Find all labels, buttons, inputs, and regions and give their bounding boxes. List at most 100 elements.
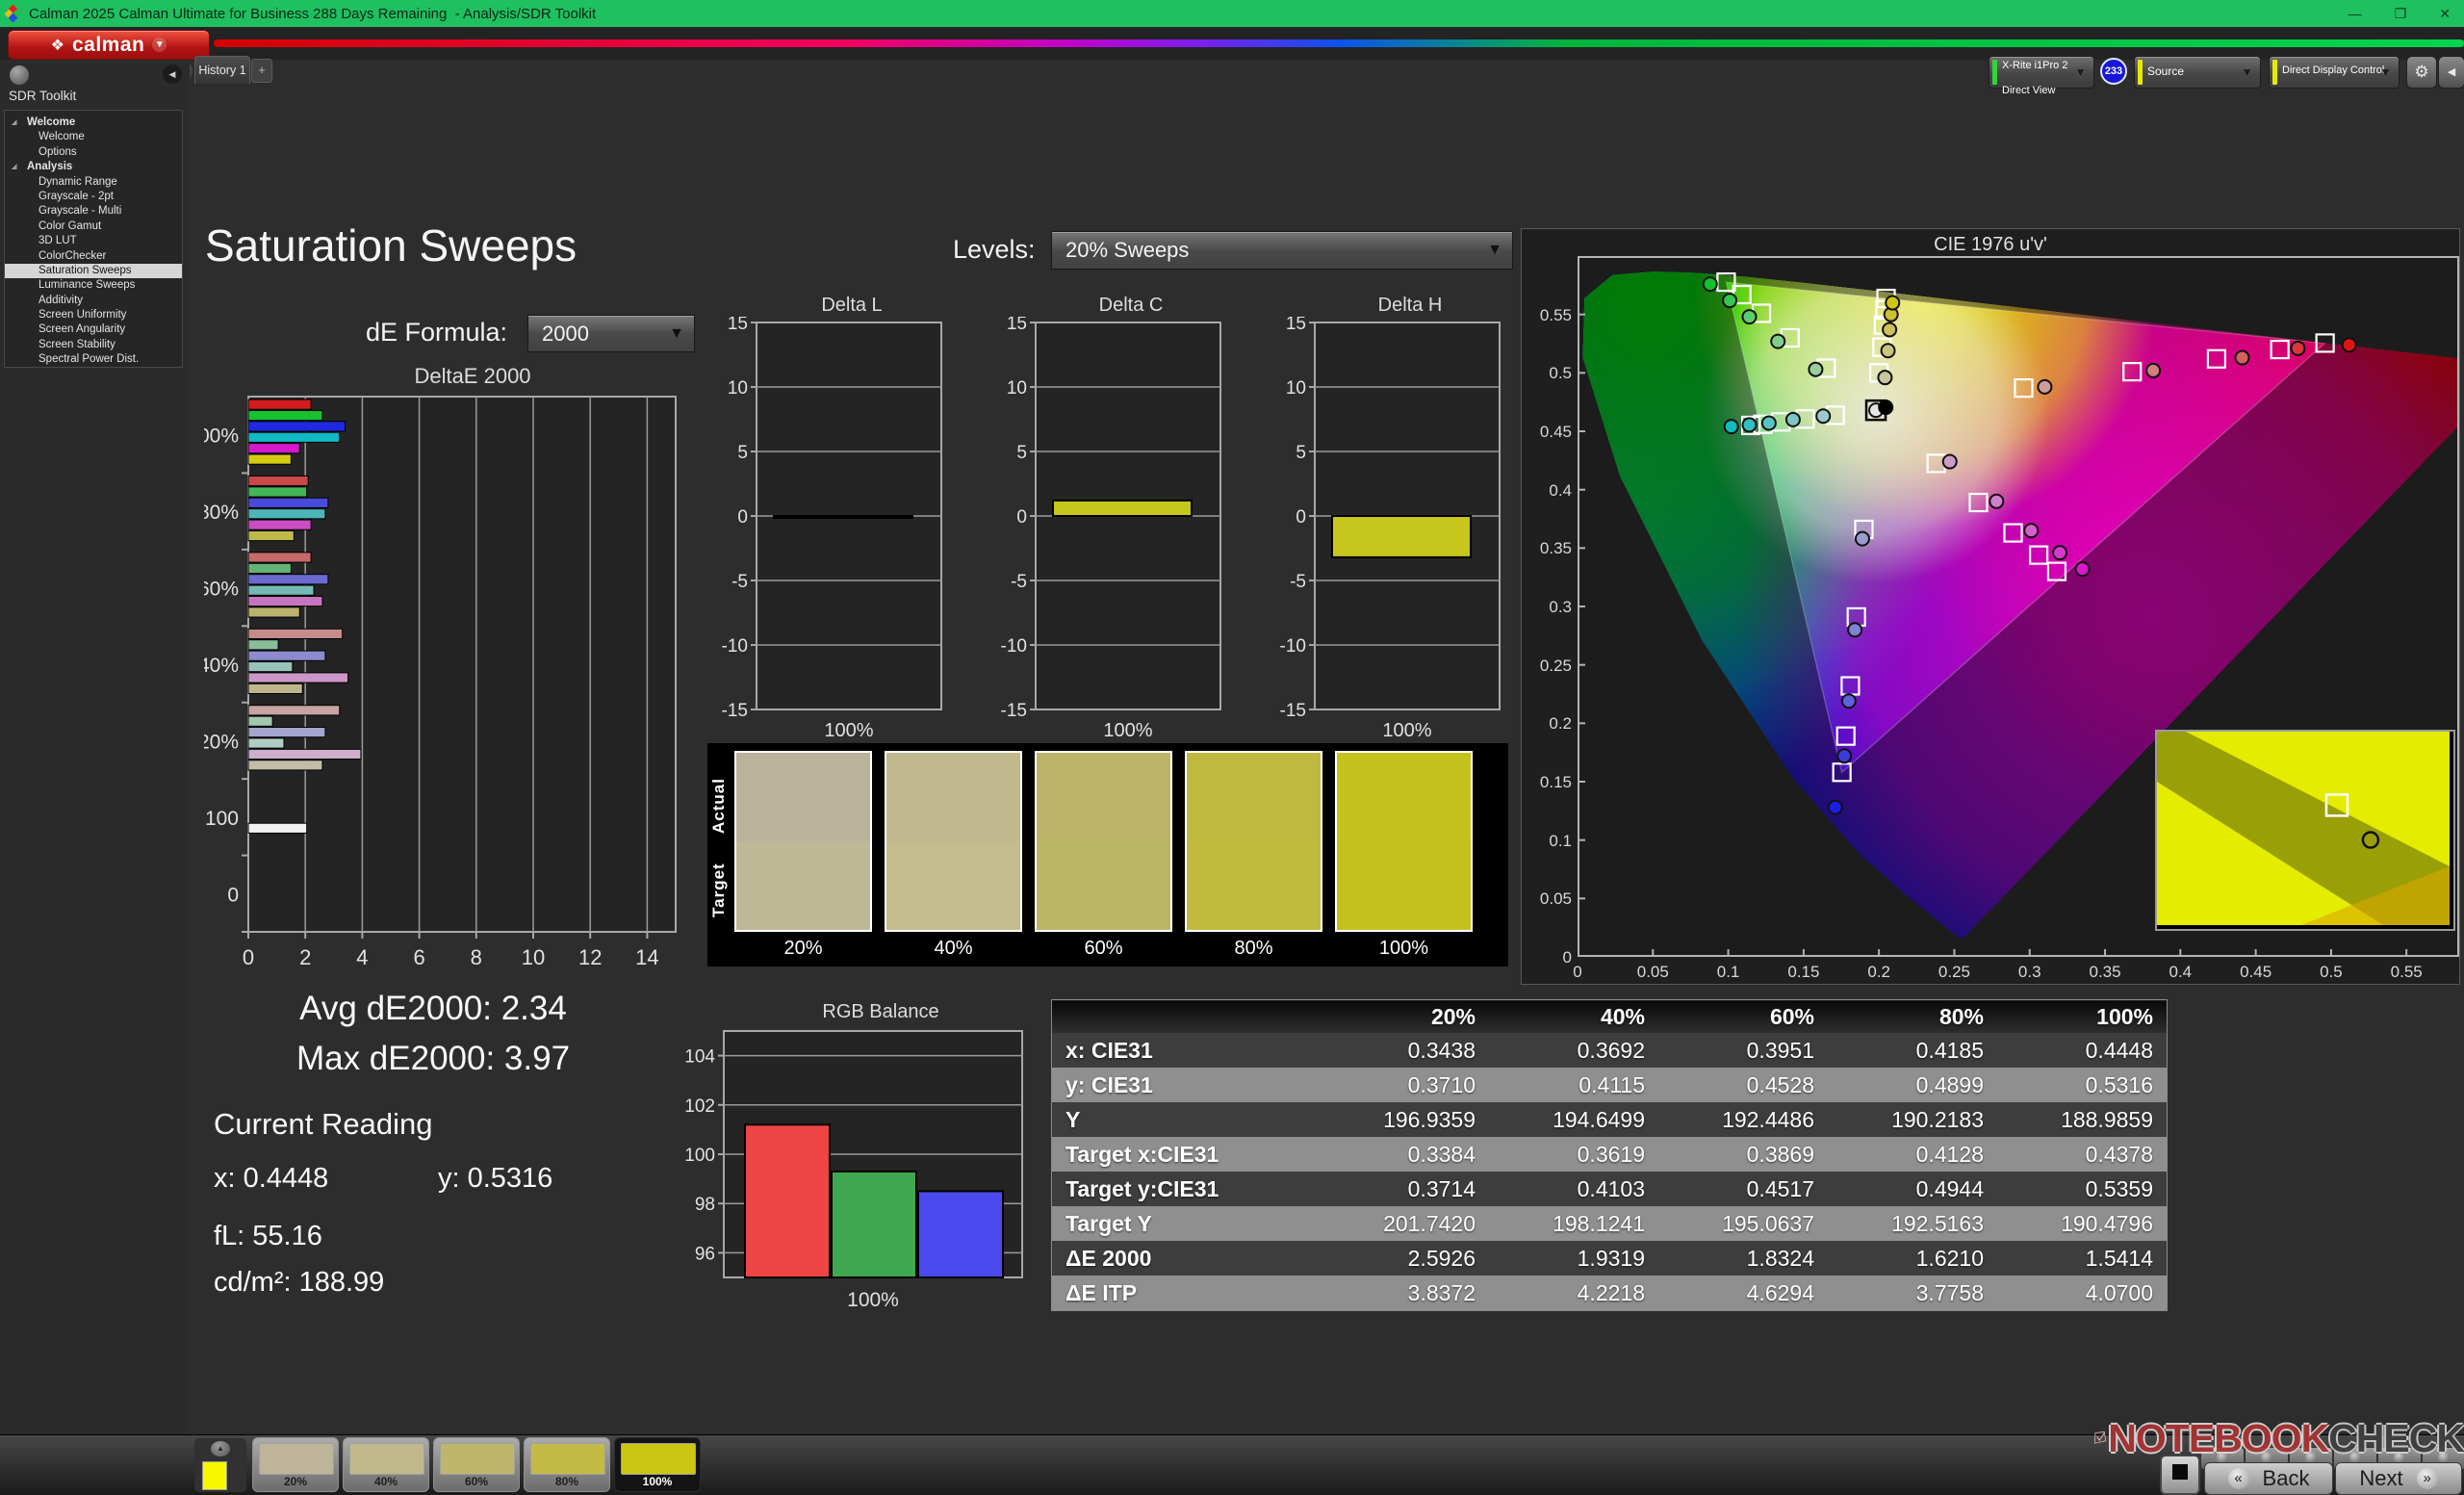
measured-green bbox=[1741, 309, 1758, 325]
measured-blue bbox=[1840, 693, 1857, 709]
measured-magenta bbox=[2074, 561, 2091, 578]
measured-yellow bbox=[1880, 343, 1896, 359]
target-swatch bbox=[1037, 841, 1170, 930]
sidebar-item-screen-uniformity[interactable]: Screen Uniformity bbox=[5, 308, 182, 322]
cie-x-tick: 0.55 bbox=[2390, 963, 2423, 981]
sidebar-item-grayscale-2pt[interactable]: Grayscale - 2pt bbox=[5, 190, 182, 204]
next-button[interactable]: Next » bbox=[2335, 1462, 2462, 1495]
sidebar-item-colorchecker[interactable]: ColorChecker bbox=[5, 249, 182, 264]
sidebar-item-spectral-power-dist-[interactable]: Spectral Power Dist. bbox=[5, 352, 182, 367]
close-button[interactable]: ✕ bbox=[2439, 6, 2451, 22]
swatch-label: 100% bbox=[1378, 938, 1429, 959]
patch-swatch bbox=[530, 1443, 605, 1475]
expander-icon[interactable]: ◢ bbox=[12, 160, 16, 174]
expander-icon[interactable]: ◢ bbox=[12, 116, 16, 130]
cell-value: 0.3384 bbox=[1320, 1137, 1489, 1172]
stop-button[interactable] bbox=[2160, 1455, 2200, 1495]
settings-button[interactable]: ⚙ bbox=[2406, 56, 2437, 89]
history-tab[interactable]: History 1 bbox=[194, 56, 250, 84]
sidebar-item-analysis[interactable]: ◢ Analysis bbox=[5, 160, 182, 174]
delta-c-plot: 15 10 5 0 -5 -10 -15 100% bbox=[1001, 314, 1221, 741]
cell-value: 198.1241 bbox=[1489, 1206, 1658, 1241]
svg-text:100: 100 bbox=[684, 1146, 715, 1166]
patch-button-40%[interactable]: 40% bbox=[343, 1437, 429, 1492]
table-corner bbox=[1051, 999, 1320, 1033]
sidebar-item-dynamic-range[interactable]: Dynamic Range bbox=[5, 175, 182, 190]
sidebar-item-grayscale-multi[interactable]: Grayscale - Multi bbox=[5, 204, 182, 219]
de-bar bbox=[247, 574, 329, 585]
actual-target-swatch-panel: Actual Target 20% 40% 60% 80% 100% bbox=[707, 743, 1508, 967]
cell-value: 194.6499 bbox=[1489, 1102, 1658, 1137]
cell-value: 201.7420 bbox=[1320, 1206, 1489, 1241]
sidebar-item-color-gamut[interactable]: Color Gamut bbox=[5, 219, 182, 234]
cell-value: 0.5359 bbox=[1997, 1172, 2168, 1206]
measured-red bbox=[2290, 340, 2306, 356]
sidebar-item-screen-stability[interactable]: Screen Stability bbox=[5, 338, 182, 352]
sidebar-item-luminance-sweeps[interactable]: Luminance Sweeps bbox=[5, 278, 182, 293]
de-bar bbox=[247, 715, 273, 727]
measured-magenta bbox=[2023, 523, 2040, 539]
calman-diamond-icon: ❖ bbox=[50, 37, 64, 54]
actual-swatch bbox=[886, 753, 1020, 841]
source-select[interactable]: Source ▼ bbox=[2134, 56, 2261, 89]
calman-menu-button[interactable]: ❖ calman ▼ bbox=[8, 30, 210, 60]
col-header-80%: 80% bbox=[1828, 999, 1997, 1033]
sidebar-pin-button[interactable] bbox=[9, 64, 30, 86]
patch-button-80%[interactable]: 80% bbox=[524, 1437, 610, 1492]
sidebar-item-welcome[interactable]: Welcome bbox=[5, 130, 182, 144]
collapse-toolbar-button[interactable]: ◀ bbox=[2438, 56, 2464, 89]
sidebar-item-screen-angularity[interactable]: Screen Angularity bbox=[5, 322, 182, 337]
current-x: x: 0.4448 bbox=[214, 1163, 329, 1194]
meter-select[interactable]: X-Rite i1Pro 2 Direct View ▼ bbox=[1989, 56, 2094, 96]
patch-button-100%[interactable]: 100% bbox=[614, 1437, 701, 1492]
results-table: 20% 40% 60% 80% 100% x: CIE31 0.3438 0.3692 0.39… bbox=[1051, 999, 2168, 1311]
cie-y-tick: 0.55 bbox=[1539, 305, 1572, 324]
table-row: Y 196.9359 194.6499 192.4486 190.2183 188.985… bbox=[1051, 1102, 2168, 1137]
svg-text:100%: 100% bbox=[1103, 720, 1152, 741]
sidebar-collapse-button[interactable]: ◀ bbox=[163, 64, 182, 84]
patch-button-20%[interactable]: 20% bbox=[252, 1437, 339, 1492]
measured-yellow bbox=[1877, 370, 1893, 386]
next-label: Next bbox=[2359, 1466, 2403, 1490]
svg-text:14: 14 bbox=[635, 945, 658, 969]
svg-text:10: 10 bbox=[522, 945, 545, 969]
sidebar-item-saturation-sweeps[interactable]: Saturation Sweeps bbox=[5, 263, 182, 279]
svg-text:-5: -5 bbox=[732, 572, 748, 592]
de-bar bbox=[247, 497, 329, 508]
cell-value: 188.9859 bbox=[1997, 1102, 2168, 1137]
levels-select[interactable]: 20% Sweeps ▼ bbox=[1051, 231, 1513, 270]
measured-red bbox=[2341, 337, 2357, 353]
de-formula-select[interactable]: 2000 ▼ bbox=[527, 315, 695, 352]
de-bar bbox=[247, 660, 294, 673]
swatch-label: 80% bbox=[1234, 938, 1273, 959]
history-add-tab-button[interactable]: + bbox=[251, 59, 272, 83]
cell-value: 0.4528 bbox=[1658, 1068, 1828, 1102]
sidebar-item-options[interactable]: Options bbox=[5, 145, 182, 160]
queue-expand-button[interactable]: ▲ bbox=[211, 1441, 230, 1456]
de-formula-value: 2000 bbox=[542, 321, 589, 346]
actual-swatch bbox=[1337, 753, 1471, 841]
table-row: Target x:CIE31 0.3384 0.3619 0.3869 0.4128 0.… bbox=[1051, 1137, 2168, 1172]
cell-value: 4.0700 bbox=[1997, 1276, 2168, 1311]
restore-button[interactable]: ❐ bbox=[2395, 6, 2407, 22]
de-bar bbox=[247, 421, 346, 432]
patch-button-60%[interactable]: 60% bbox=[433, 1437, 520, 1492]
sidebar-item-3d-lut[interactable]: 3D LUT bbox=[5, 234, 182, 248]
stop-icon bbox=[2172, 1464, 2188, 1480]
current-cdm2: cd/m²: 188.99 bbox=[214, 1267, 385, 1298]
sidebar-item-additivity[interactable]: Additivity bbox=[5, 294, 182, 308]
patch-label: 80% bbox=[554, 1475, 579, 1488]
title-bar: Calman 2025 Calman Ultimate for Business… bbox=[0, 0, 2464, 27]
sidebar-item-welcome[interactable]: ◢ Welcome bbox=[5, 116, 182, 130]
delta-bar bbox=[773, 515, 913, 520]
table-row: ΔE 2000 2.5926 1.9319 1.8324 1.6210 1.5414 bbox=[1051, 1241, 2168, 1276]
deltae2000-chart-plot: 100% 80% 60% 40% 20% 100 0 0 2 4 6 8 10 12 14 bbox=[187, 396, 677, 969]
svg-text:102: 102 bbox=[684, 1096, 715, 1117]
back-button[interactable]: « Back bbox=[2204, 1462, 2333, 1495]
rgb-bar-B bbox=[917, 1190, 1004, 1278]
minimize-button[interactable]: — bbox=[2348, 6, 2362, 21]
measured-yellow bbox=[1882, 322, 1898, 338]
svg-text:0: 0 bbox=[1296, 507, 1306, 528]
svg-text:5: 5 bbox=[737, 443, 748, 463]
display-control-select[interactable]: Direct Display Control ▼ bbox=[2269, 56, 2400, 89]
